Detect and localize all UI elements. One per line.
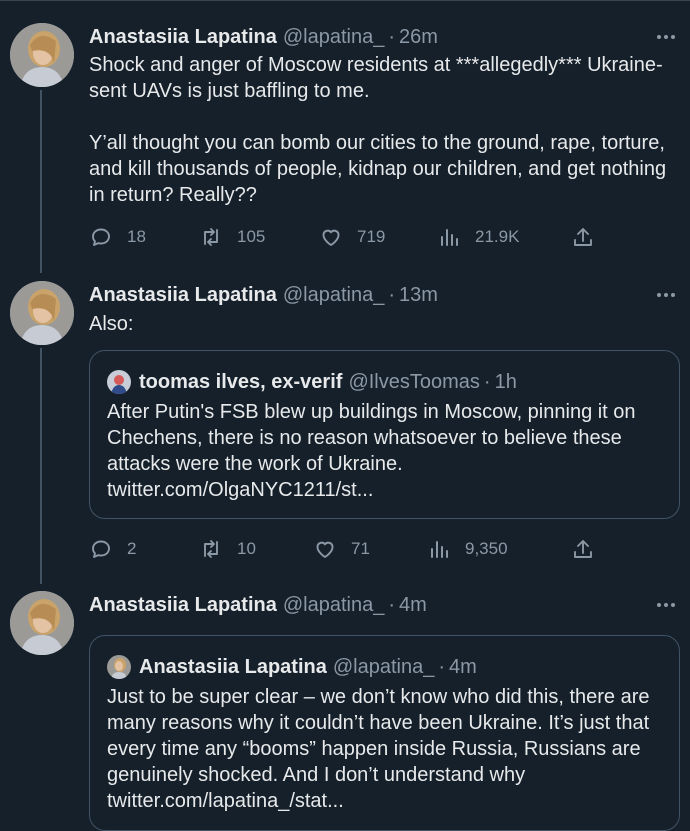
retweet-count: 10 [237,539,256,558]
author-handle[interactable]: @lapatina_ [283,591,384,619]
author-handle[interactable]: @lapatina_ [283,281,384,309]
separator: · [388,284,395,306]
quoted-author-handle: @IlvesToomas [348,370,480,393]
quoted-tweet-text: Just to be super clear – we don’t know w… [107,686,650,812]
quoted-author-handle: @lapatina_ [332,655,435,678]
like-count: 719 [357,227,386,246]
timestamp[interactable]: 26m [399,23,438,51]
timestamp[interactable]: 4m [399,591,427,619]
avatar[interactable] [10,281,74,345]
more-options-icon[interactable] [654,25,678,49]
quoted-link[interactable]: twitter.com/OlgaNYC1211/st... [107,479,373,501]
quoted-text: After Putin's FSB blew up buildings in M… [107,401,636,475]
quoted-avatar [107,370,131,394]
quoted-timestamp: 1h [494,370,517,393]
analytics-icon [441,229,458,246]
author-handle[interactable]: @lapatina_ [283,23,384,51]
heart-icon [322,229,340,246]
more-options-icon[interactable] [654,283,678,307]
share-icon [574,228,592,246]
tweet-header: Anastasiia Lapatina @lapatina_ · 26m [89,23,438,51]
tweet-text: Also: [89,313,134,335]
retweet-icon [204,228,218,246]
views-button[interactable]: 9,350 [427,537,508,561]
author-name[interactable]: Anastasiia Lapatina [89,281,277,309]
tweet-header: Anastasiia Lapatina @lapatina_ · 13m [89,281,438,309]
retweet-count: 105 [237,227,266,246]
tweet-thread: Anastasiia Lapatina @lapatina_ · 26m Sho… [0,0,690,831]
quoted-timestamp: 4m [449,655,477,678]
tweet-text: Shock and anger of Moscow residents at *… [89,54,667,206]
quoted-tweet[interactable]: Anastasiia Lapatina @lapatina_ · 4m Just… [89,635,680,831]
quoted-author-name: Anastasiia Lapatina [139,655,327,678]
share-button[interactable] [571,537,595,561]
reply-count: 2 [127,539,137,558]
author-name[interactable]: Anastasiia Lapatina [89,23,277,51]
author-name[interactable]: Anastasiia Lapatina [89,591,277,619]
user-photo [10,591,74,655]
action-bar: 2 10 71 9,350 [89,537,609,561]
like-count: 71 [351,539,370,558]
tweet[interactable]: Anastasiia Lapatina @lapatina_ · 4m Anas… [0,591,690,831]
reply-button[interactable]: 18 [89,225,146,249]
views-button[interactable]: 21.9K [437,225,519,249]
quoted-tweet-text: After Putin's FSB blew up buildings in M… [107,399,665,503]
user-photo [10,23,74,87]
avatar[interactable] [10,591,74,655]
reply-icon [92,540,110,558]
tweet[interactable]: Anastasiia Lapatina @lapatina_ · 13m Als… [0,281,690,571]
separator: · [388,26,395,48]
like-button[interactable]: 71 [313,537,370,561]
divider [0,0,690,1]
quoted-avatar [107,655,131,679]
reply-button[interactable]: 2 [89,537,136,561]
view-count: 21.9K [475,227,520,246]
quoted-tweet-header: toomas ilves, ex-verif @IlvesToomas · 1h [107,369,517,395]
separator: · [438,655,445,678]
quoted-tweet[interactable]: toomas ilves, ex-verif @IlvesToomas · 1h… [89,350,680,519]
action-bar: 18 105 719 21.9K [89,225,609,249]
separator: · [483,370,491,393]
heart-icon [316,541,334,558]
reply-count: 18 [127,227,146,246]
share-icon [574,540,592,558]
retweet-icon [204,540,218,558]
like-button[interactable]: 719 [319,225,385,249]
retweet-button[interactable]: 10 [199,537,256,561]
analytics-icon [431,541,448,558]
view-count: 9,350 [465,539,508,558]
tweet[interactable]: Anastasiia Lapatina @lapatina_ · 26m Sho… [0,23,690,263]
more-options-icon[interactable] [654,593,678,617]
separator: · [388,594,395,616]
timestamp[interactable]: 13m [399,281,438,309]
user-photo [10,281,74,345]
tweet-header: Anastasiia Lapatina @lapatina_ · 4m [89,591,427,619]
quoted-tweet-header: Anastasiia Lapatina @lapatina_ · 4m [107,654,477,680]
quoted-author-name: toomas ilves, ex-verif [139,370,343,393]
share-button[interactable] [571,225,595,249]
avatar[interactable] [10,23,74,87]
retweet-button[interactable]: 105 [199,225,265,249]
reply-icon [92,228,110,246]
